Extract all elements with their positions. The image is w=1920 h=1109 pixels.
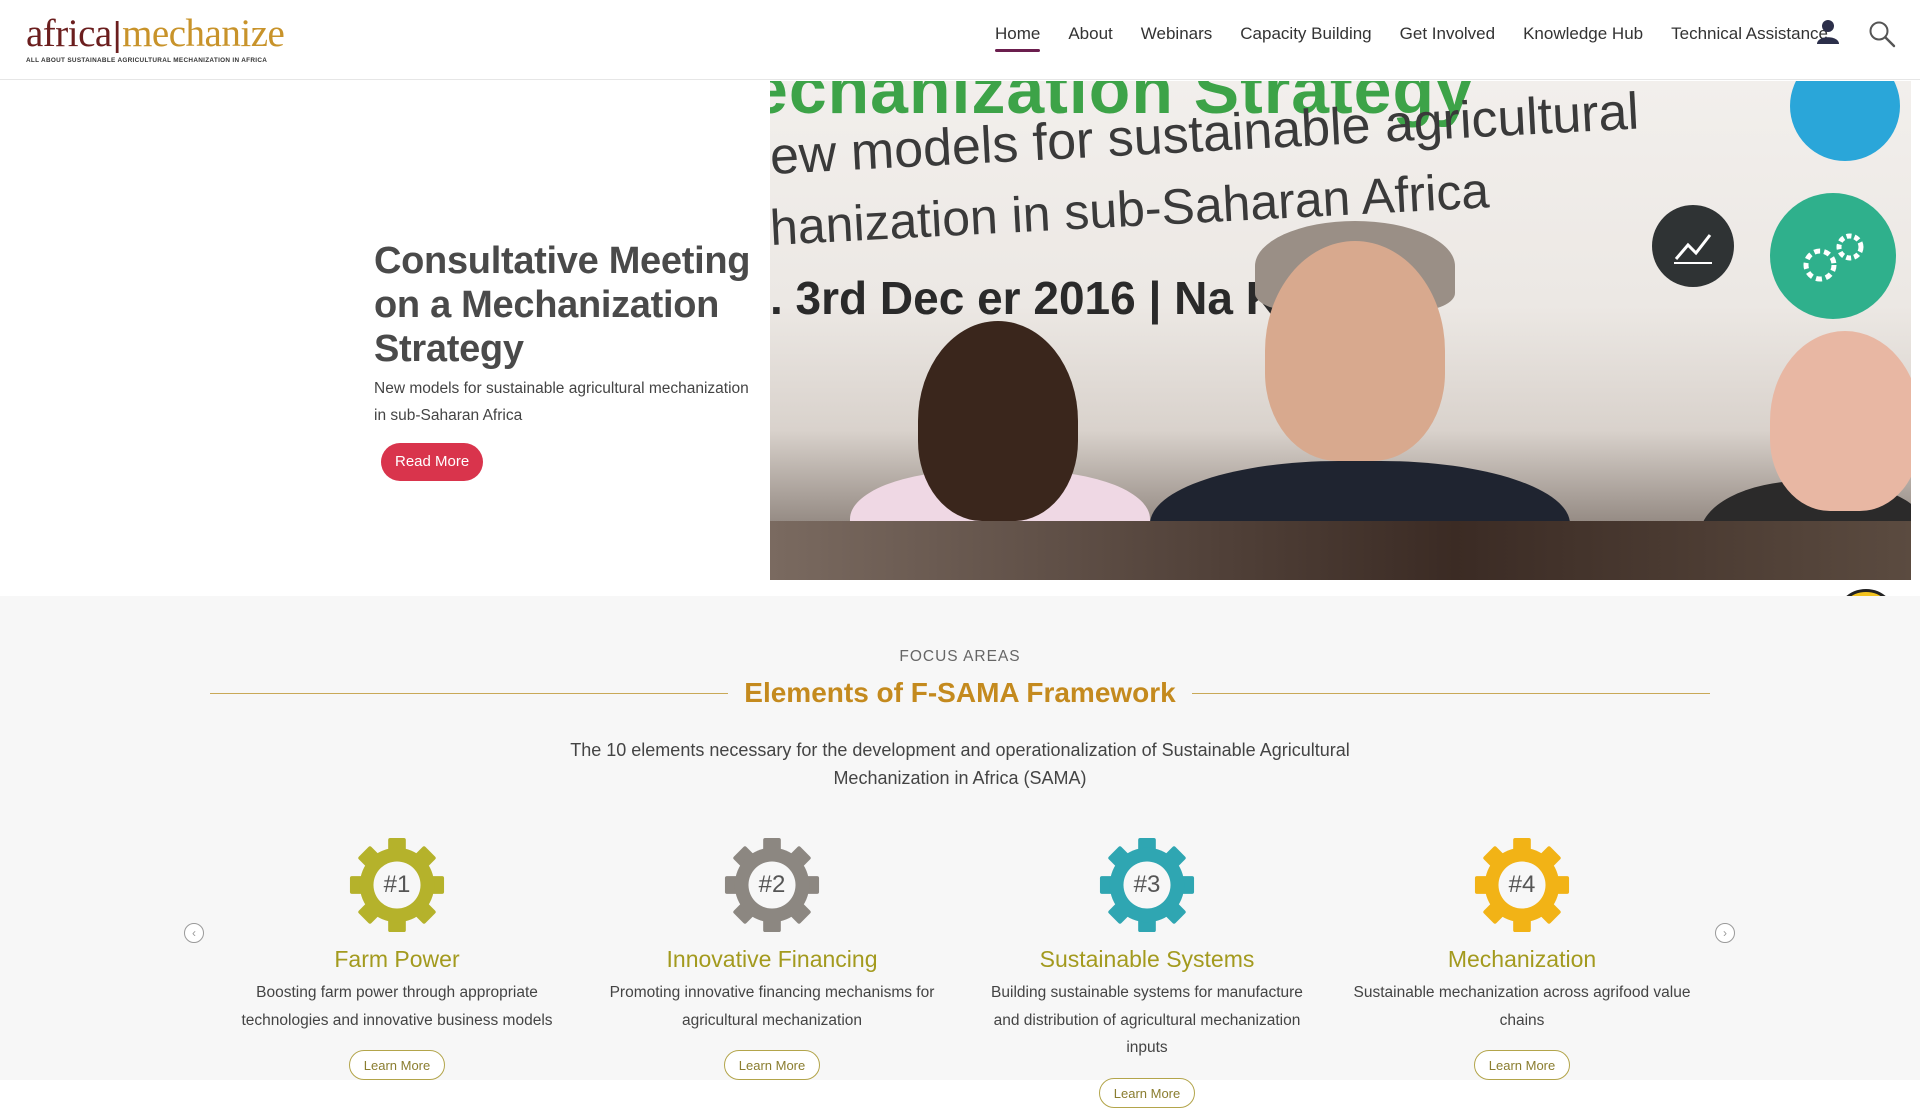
- person-right-head: [1770, 331, 1911, 511]
- person-center-head: [1265, 241, 1445, 461]
- card-description: Sustainable mechanization across agrifoo…: [1353, 984, 1691, 1029]
- chevron-left-icon: ‹: [192, 926, 196, 940]
- logo-wordmark: africa|mechanize: [26, 12, 285, 55]
- site-logo[interactable]: africa|mechanize ALL ABOUT SUSTAINABLE A…: [26, 12, 285, 66]
- card-number: #1: [383, 871, 411, 898]
- learn-more-button[interactable]: Learn More: [1473, 1050, 1571, 1080]
- card-title[interactable]: Sustainable Systems: [977, 946, 1317, 973]
- section-description: The 10 elements necessary for the develo…: [570, 740, 1350, 788]
- read-more-button[interactable]: Read More: [381, 443, 484, 481]
- card-number: #2: [758, 871, 786, 898]
- hero-text: Consultative Meeting on a Mechanization …: [374, 239, 754, 481]
- title-rule-left: [210, 692, 729, 694]
- hero-title: Consultative Meeting on a Mechanization …: [374, 240, 751, 370]
- logo-tagline: ALL ABOUT SUSTAINABLE AGRICULTURAL MECHA…: [26, 57, 268, 64]
- banner-gears-circle: [1770, 193, 1896, 319]
- person-left-head: [918, 321, 1078, 521]
- nav-item-home[interactable]: Home: [994, 22, 1041, 52]
- learn-more-button[interactable]: Learn More: [723, 1050, 821, 1080]
- title-rule-right: [1191, 692, 1711, 694]
- main-nav: Home About Webinars Capacity Building Ge…: [967, 22, 1828, 52]
- focus-card-farm-power: #1 Farm Power Boosting farm power throug…: [227, 836, 567, 1080]
- card-number: #3: [1133, 871, 1161, 898]
- search-icon[interactable]: [1868, 20, 1896, 48]
- conference-table: [770, 521, 1911, 580]
- banner-lightbulb-circle: [1790, 81, 1900, 161]
- hero-photo: echanization Strategy ew models for sust…: [770, 81, 1911, 580]
- logo-part-africa: africa: [26, 12, 112, 55]
- card-description: Promoting innovative financing mechanism…: [609, 984, 935, 1029]
- learn-more-button[interactable]: Learn More: [348, 1050, 446, 1080]
- nav-item-technical-assistance[interactable]: Technical Assistance: [1671, 22, 1828, 52]
- learn-more-button[interactable]: Learn More: [1098, 1077, 1196, 1108]
- focus-areas-section: FOCUS AREAS Elements of F-SAMA Framework…: [0, 596, 1920, 1108]
- site-header: africa|mechanize ALL ABOUT SUSTAINABLE A…: [0, 0, 1920, 80]
- chevron-right-icon: ›: [1723, 926, 1727, 940]
- gear-icon: #2: [723, 836, 821, 934]
- gear-icon: #1: [348, 836, 446, 934]
- card-title[interactable]: Mechanization: [1352, 946, 1692, 973]
- focus-eyebrow: FOCUS AREAS: [899, 648, 1021, 665]
- hero-subtitle: New models for sustainable agricultural …: [374, 380, 749, 424]
- focus-card-sustainable-systems: #3 Sustainable Systems Building sustaina…: [977, 836, 1317, 1108]
- user-icon[interactable]: [1816, 19, 1840, 45]
- banner-chart-circle: [1652, 205, 1734, 287]
- logo-part-mechanize: mechanize: [122, 12, 285, 55]
- nav-item-webinars[interactable]: Webinars: [1141, 22, 1213, 52]
- carousel-prev-button[interactable]: ‹: [184, 923, 204, 943]
- logo-separator: |: [112, 16, 122, 54]
- card-title[interactable]: Farm Power: [227, 946, 567, 973]
- hero-section: Consultative Meeting on a Mechanization …: [0, 81, 1920, 651]
- section-title: Elements of F-SAMA Framework: [744, 677, 1176, 708]
- card-number: #4: [1508, 871, 1536, 898]
- nav-item-capacity-building[interactable]: Capacity Building: [1240, 22, 1371, 52]
- nav-item-about[interactable]: About: [1068, 22, 1112, 52]
- nav-item-knowledge-hub[interactable]: Knowledge Hub: [1523, 22, 1643, 52]
- gear-icon: #3: [1098, 836, 1196, 934]
- card-description: Boosting farm power through appropriate …: [241, 984, 553, 1029]
- carousel-next-button[interactable]: ›: [1715, 923, 1735, 943]
- card-description: Building sustainable systems for manufac…: [991, 984, 1303, 1056]
- card-title[interactable]: Innovative Financing: [602, 946, 942, 973]
- gear-icon: #4: [1473, 836, 1571, 934]
- nav-item-get-involved[interactable]: Get Involved: [1400, 22, 1495, 52]
- focus-card-mechanization: #4 Mechanization Sustainable mechanizati…: [1352, 836, 1692, 1080]
- section-title-row: Elements of F-SAMA Framework: [210, 676, 1711, 710]
- focus-card-innovative-financing: #2 Innovative Financing Promoting innova…: [602, 836, 942, 1080]
